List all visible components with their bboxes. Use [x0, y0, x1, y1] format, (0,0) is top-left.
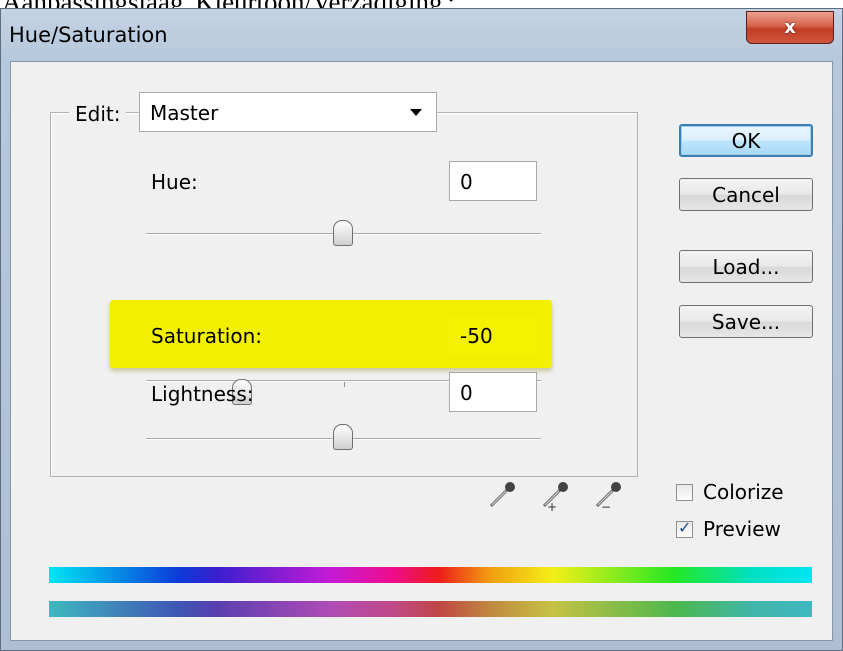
- hue-saturation-dialog: Hue/Saturation x Edit: Master Hue: 0 Sat…: [0, 8, 843, 651]
- close-button[interactable]: x: [746, 11, 834, 44]
- colorize-checkbox[interactable]: [676, 484, 693, 501]
- edit-groupbox: [50, 112, 638, 477]
- lightness-label: Lightness:: [151, 382, 254, 406]
- hue-input[interactable]: 0: [449, 161, 537, 201]
- edit-channel-value: Master: [150, 101, 219, 125]
- eyedropper-minus-icon[interactable]: −: [591, 478, 625, 512]
- preview-checkbox[interactable]: ✓: [676, 518, 693, 538]
- edit-label: Edit:: [69, 102, 127, 126]
- lightness-input[interactable]: 0: [449, 372, 537, 412]
- chevron-down-icon: [410, 109, 422, 116]
- saturation-label: Saturation:: [151, 324, 262, 348]
- dialog-title: Hue/Saturation: [9, 23, 168, 47]
- close-icon: x: [784, 17, 796, 38]
- load-button[interactable]: Load...: [679, 250, 813, 283]
- lightness-slider-thumb[interactable]: [333, 424, 353, 450]
- saturation-input[interactable]: -50: [449, 315, 537, 355]
- input-color-bar: [49, 567, 812, 583]
- saturation-value: -50: [460, 324, 493, 348]
- checkmark-icon: ✓: [678, 518, 692, 537]
- dialog-client-area: Edit: Master Hue: 0 Saturation: -50 Ligh…: [10, 61, 833, 641]
- eyedropper-icon[interactable]: [485, 478, 519, 512]
- colorize-label: Colorize: [703, 480, 784, 504]
- hue-slider-thumb[interactable]: [333, 220, 353, 246]
- hue-label: Hue:: [151, 170, 198, 194]
- cancel-button[interactable]: Cancel: [679, 178, 813, 211]
- svg-text:−: −: [601, 500, 611, 512]
- lightness-value: 0: [460, 381, 473, 405]
- output-color-bar: [49, 601, 812, 617]
- saturation-center-tick: [344, 382, 345, 387]
- edit-channel-select[interactable]: Master: [139, 92, 437, 132]
- svg-text:+: +: [547, 500, 557, 512]
- preview-label: Preview: [703, 517, 781, 541]
- save-button[interactable]: Save...: [679, 305, 813, 338]
- ok-button[interactable]: OK: [679, 124, 813, 157]
- hue-value: 0: [460, 170, 473, 194]
- eyedropper-plus-icon[interactable]: +: [538, 478, 572, 512]
